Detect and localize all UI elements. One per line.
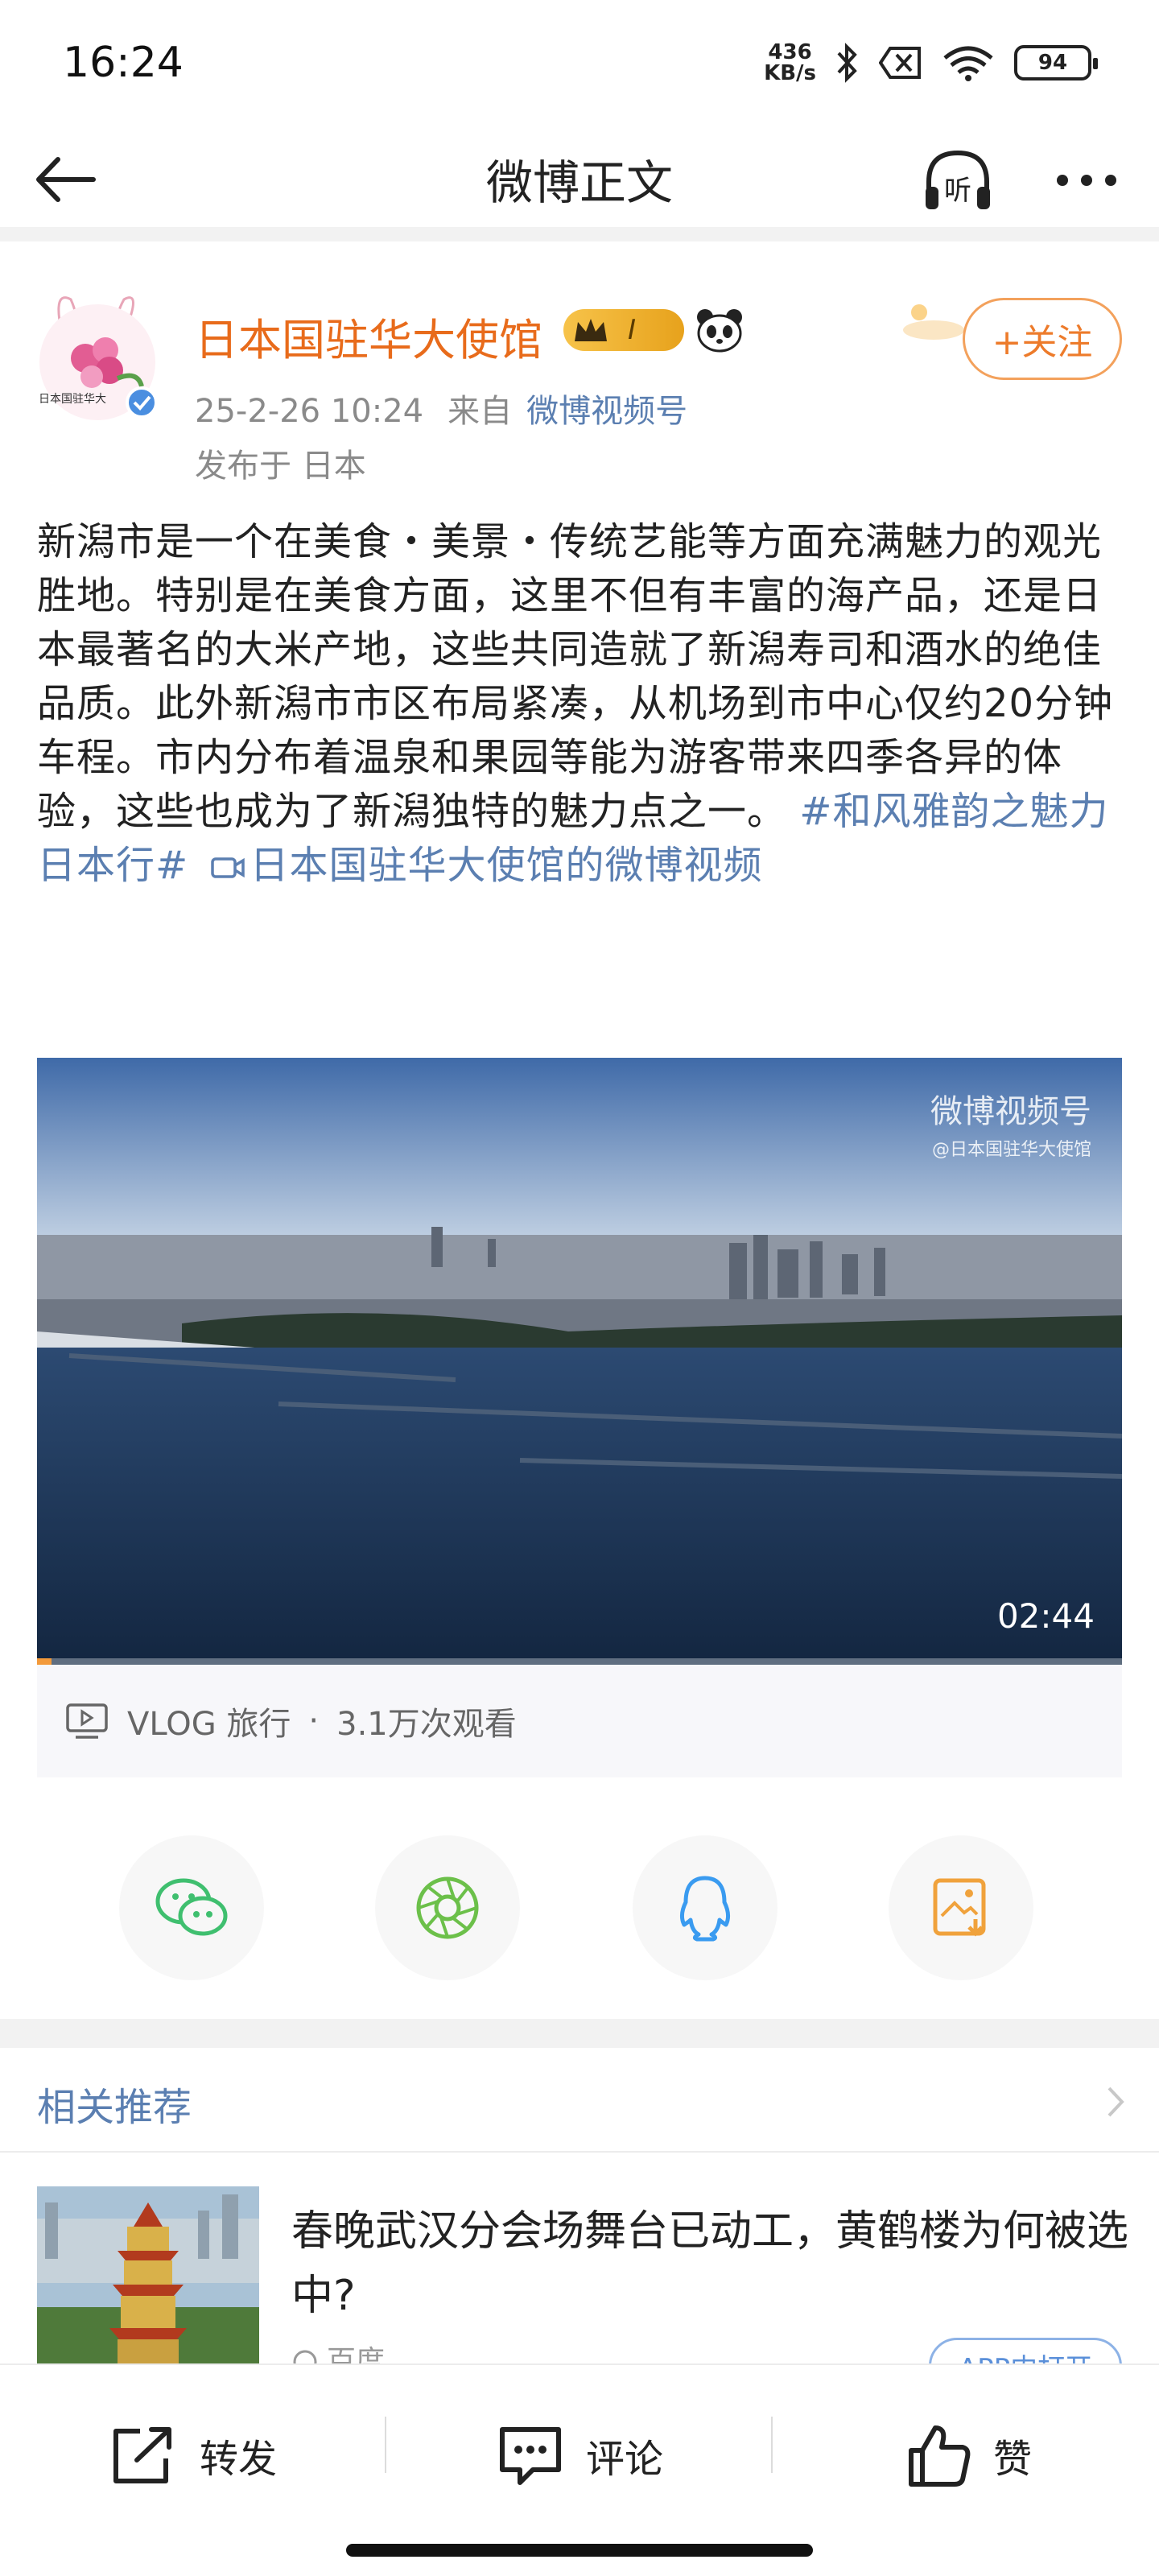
more-dots-icon[interactable] (1046, 140, 1127, 221)
crown-icon (575, 319, 607, 341)
qq-icon (679, 1876, 731, 1942)
related-header[interactable]: 相关推荐 (0, 2048, 1159, 2153)
video-link-label: 日本国驻华大使馆的微博视频 (250, 843, 763, 888)
from-label: 来自 (448, 393, 513, 430)
video-watermark: 微博视频号 @日本国驻华大使馆 (930, 1085, 1091, 1161)
status-icons: 436 KB/s 94 (764, 39, 1098, 87)
video-views: 3.1万次观看 (336, 1706, 517, 1743)
video-category: VLOG 旅行 (127, 1706, 291, 1743)
video-separator: · (308, 1703, 320, 1740)
network-speed: 436 KB/s (764, 42, 816, 84)
post-source[interactable]: 微博视频号 (526, 393, 687, 430)
video-progress-fill (37, 1658, 52, 1665)
repost-button[interactable]: 转发 (108, 2415, 277, 2496)
save-image-button[interactable] (889, 1835, 1033, 1980)
watermark-sub: @日本国驻华大使馆 (931, 1140, 1091, 1160)
vip-level: I (628, 314, 637, 346)
bottom-action-bar: 转发 评论 赞 (0, 2363, 1159, 2576)
author-badges: I (563, 308, 744, 353)
comment-button[interactable]: 评论 (496, 2415, 663, 2496)
battery-icon: 94 (1014, 45, 1098, 80)
related-source-label: 百度 (327, 2345, 386, 2363)
source-icon (293, 2350, 317, 2363)
battery-level: 94 (1037, 51, 1068, 75)
post-body: 新潟市是一个在美食・美景・传统艺能等方面充满魅力的观光胜地。特别是在美食方面，这… (37, 515, 1127, 893)
post-location: 发布于 日本 (195, 448, 366, 485)
video-link[interactable]: 日本国驻华大使馆的微博视频 (202, 843, 763, 888)
watermark-main: 微博视频号 (930, 1093, 1091, 1130)
svg-text:听: 听 (944, 175, 971, 207)
share-moments-button[interactable] (375, 1835, 520, 1980)
comment-label: 评论 (586, 2437, 664, 2482)
like-label: 赞 (993, 2437, 1033, 2482)
listen-headphone-icon[interactable]: 听 (918, 140, 998, 221)
video-duration: 02:44 (996, 1596, 1095, 1636)
post-timestamp: 25-2-26 10:24 (195, 393, 424, 430)
action-divider (385, 2417, 386, 2473)
share-qq-button[interactable] (633, 1835, 777, 1980)
share-wechat-button[interactable] (119, 1835, 264, 1980)
save-image-icon (933, 1878, 986, 1937)
post-meta: 25-2-26 10:24 来自 微博视频号 (195, 385, 687, 431)
section-divider (0, 2019, 1159, 2048)
repost-icon (113, 2427, 171, 2483)
network-speed-value: 436 (768, 40, 812, 64)
yellow-crane-tower-image (37, 2186, 259, 2363)
video-player[interactable]: 微博视频号 @日本国驻华大使馆 02:44 (37, 1058, 1122, 1666)
bluetooth-icon (837, 43, 857, 83)
video-play-icon (66, 1703, 108, 1739)
cloud-decoration-icon (903, 304, 964, 340)
video-info-bar[interactable]: VLOG 旅行 · 3.1万次观看 (37, 1665, 1122, 1777)
moments-icon (416, 1876, 479, 1939)
no-sim-icon (879, 47, 921, 79)
related-headline: 春晚武汉分会场舞台已动工，黄鹤楼为何被选中? (291, 2207, 1129, 2320)
chevron-right-icon (1107, 2087, 1124, 2117)
wifi-icon (943, 46, 993, 81)
related-item[interactable]: 春晚武汉分会场舞台已动工，黄鹤楼为何被选中? 百度 APP内打开 (0, 2154, 1159, 2363)
home-indicator[interactable] (346, 2544, 813, 2557)
top-nav-bar: 微博正文 听 (0, 121, 1159, 242)
related-source: 百度 (291, 2338, 385, 2363)
share-row (0, 1835, 1159, 1988)
related-title: 相关推荐 (37, 2085, 192, 2130)
thumbs-up-icon (909, 2425, 971, 2487)
related-thumbnail (37, 2186, 259, 2363)
action-divider (771, 2417, 773, 2473)
repost-label: 转发 (200, 2437, 278, 2482)
network-speed-unit: KB/s (764, 61, 816, 85)
author-avatar[interactable]: 日本国驻华大 (29, 282, 166, 427)
video-link-icon (210, 857, 245, 878)
status-bar: 16:24 436 KB/s 94 (0, 0, 1159, 121)
author-name[interactable]: 日本国驻华大使馆 (195, 304, 542, 368)
panda-icon (697, 309, 742, 353)
post-text: 新潟市是一个在美食・美景・传统艺能等方面充满魅力的观光胜地。特别是在美食方面，这… (37, 519, 1114, 834)
vip-crown-badge: I (563, 309, 684, 351)
open-in-app-button[interactable]: APP内打开 (929, 2338, 1122, 2363)
comment-icon (500, 2427, 561, 2485)
status-time: 16:24 (63, 39, 184, 87)
avatar-text: 日本国驻华大 (39, 393, 106, 406)
follow-button[interactable]: +关注 (963, 298, 1122, 380)
wechat-icon (155, 1878, 228, 1936)
like-button[interactable]: 赞 (905, 2415, 1032, 2496)
video-progress-bar[interactable] (37, 1658, 1122, 1665)
